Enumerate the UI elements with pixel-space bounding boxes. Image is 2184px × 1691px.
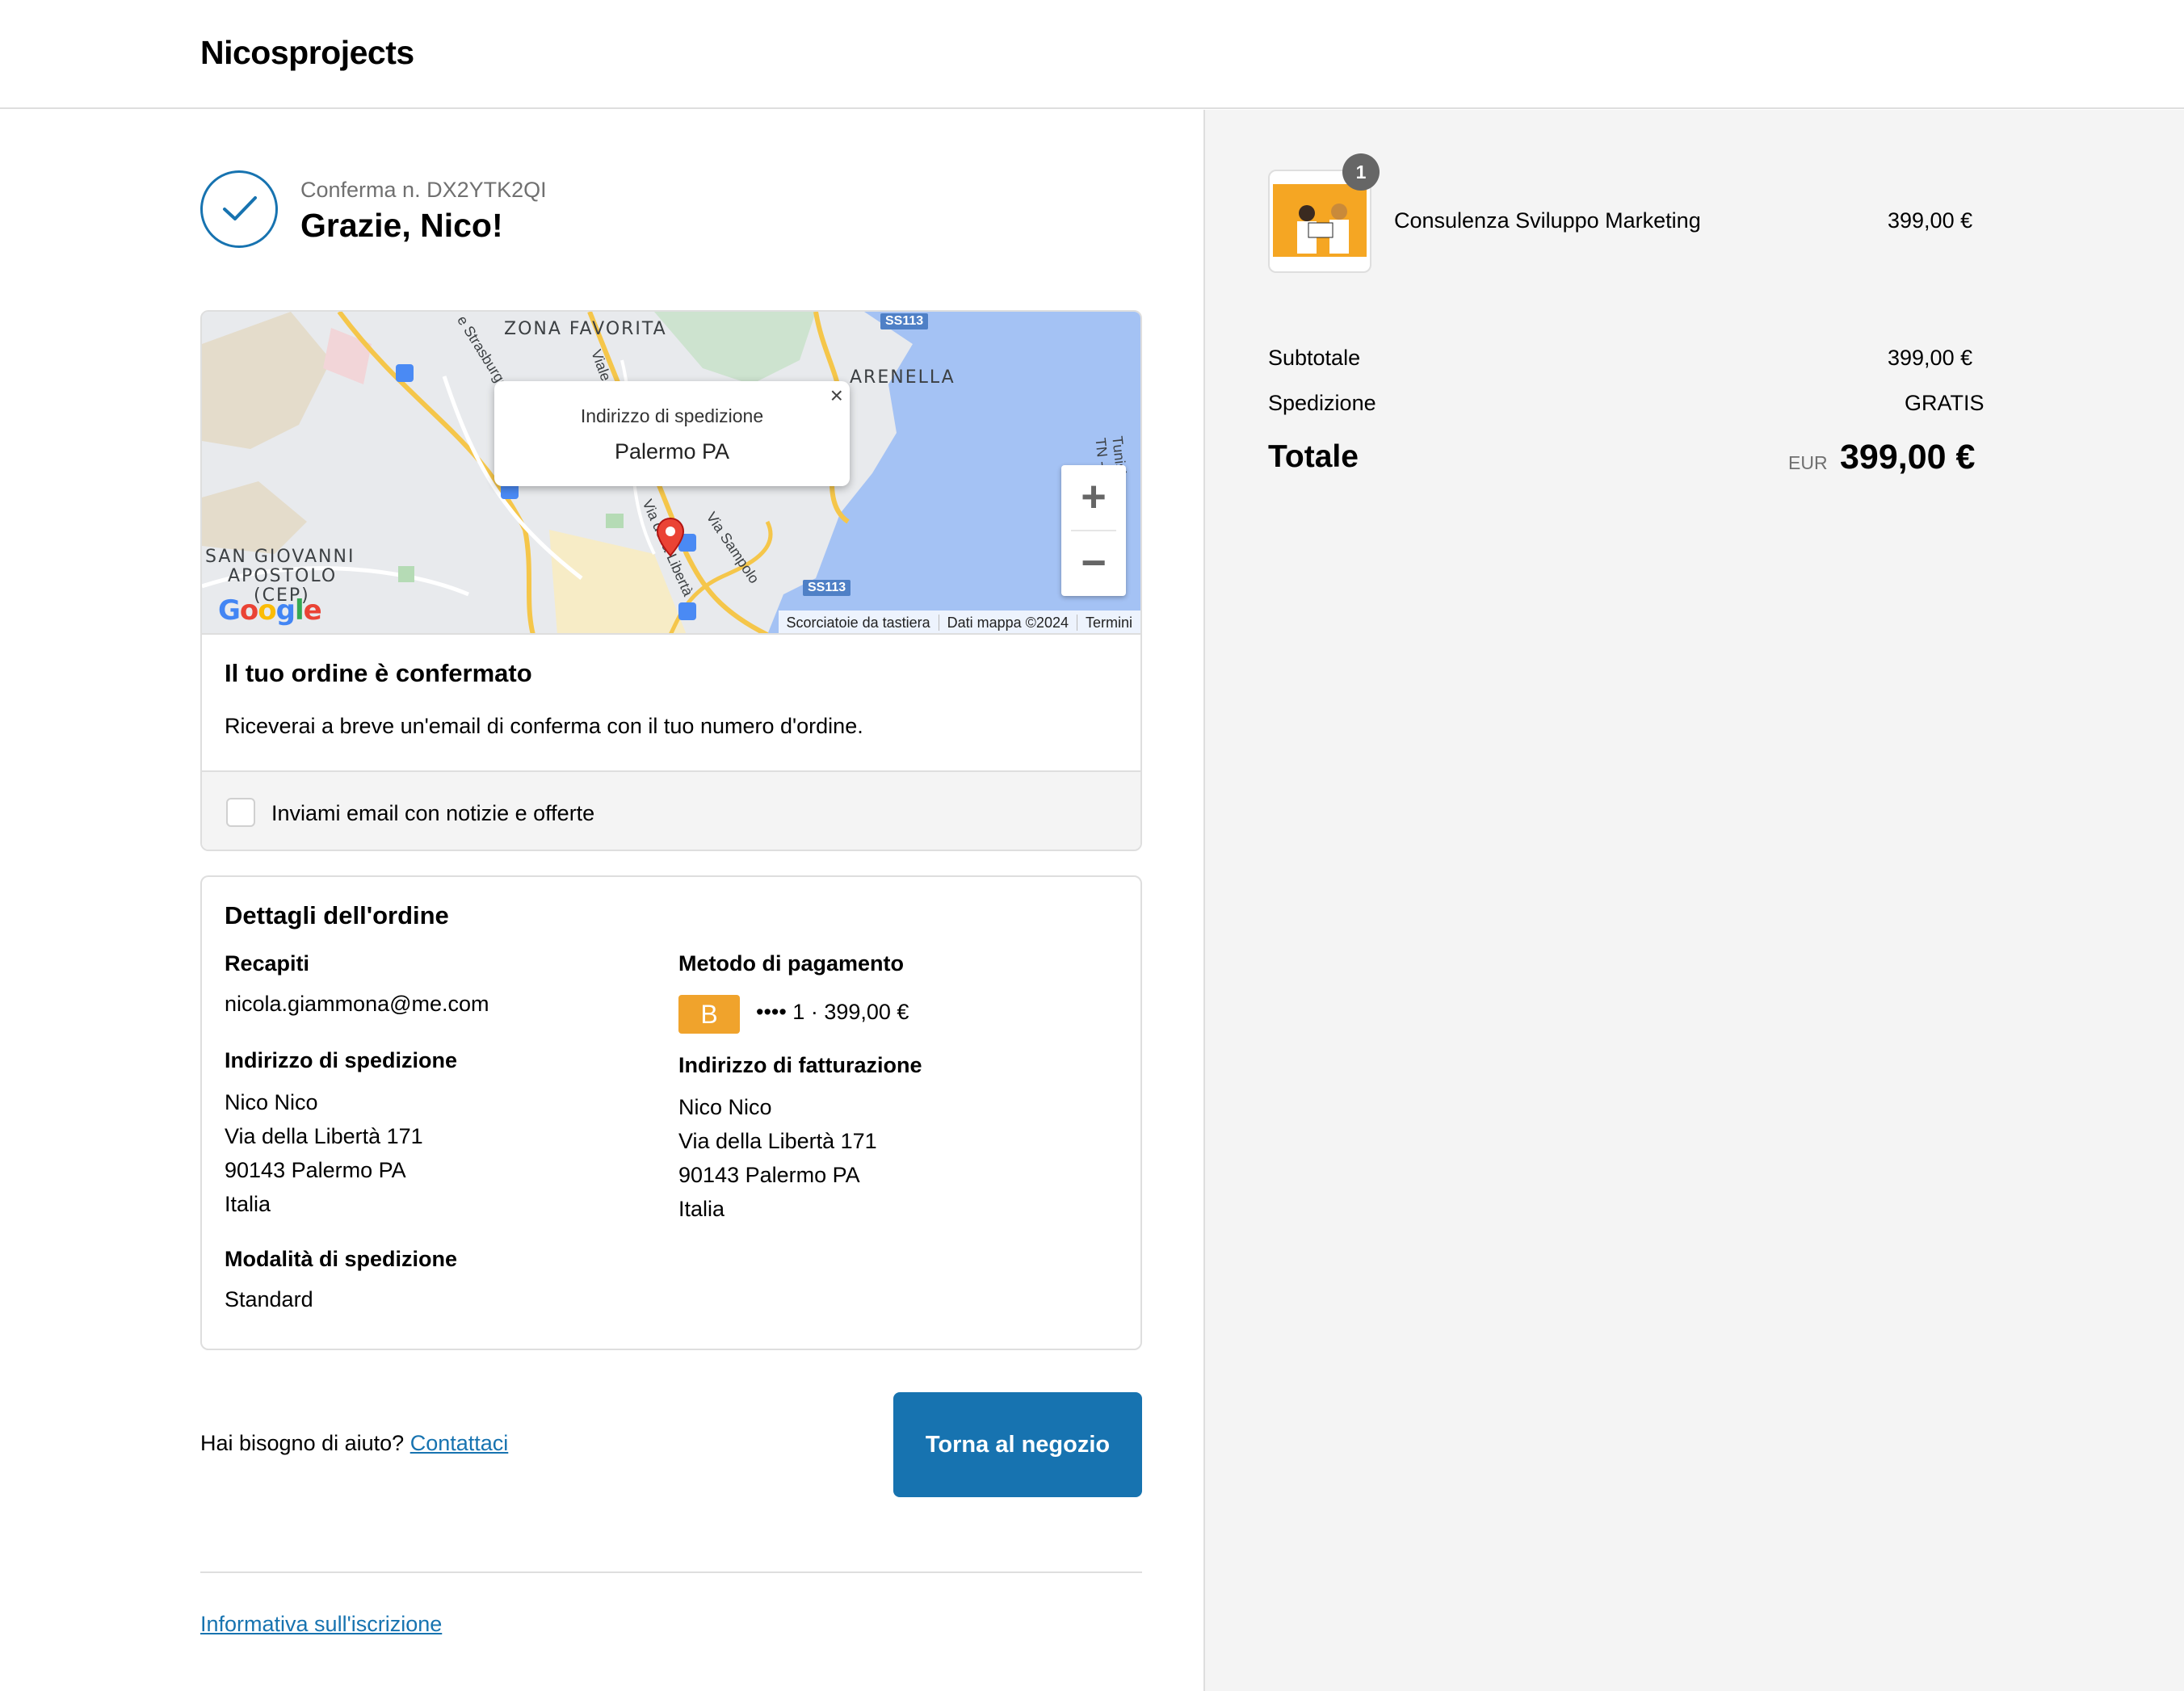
shipping-name: Nico Nico (225, 1090, 318, 1114)
check-circle-icon (200, 170, 278, 248)
billing-street: Via della Libertà 171 (678, 1129, 877, 1153)
quantity-badge: 1 (1342, 153, 1380, 191)
subtotal-label: Subtotale (1268, 346, 1361, 370)
help-label: Hai bisogno di aiuto? (200, 1431, 405, 1455)
shipping-address: Nico Nico Via della Libertà 171 90143 Pa… (225, 1085, 423, 1221)
shipping-method-heading: Modalità di spedizione (225, 1247, 458, 1271)
close-icon[interactable]: × (830, 383, 843, 409)
map-data-text: Dati mappa ©2024 (938, 615, 1077, 631)
shipping-street: Via della Libertà 171 (225, 1124, 423, 1148)
currency-code: EUR (1788, 452, 1828, 473)
zoom-out-button[interactable]: − (1061, 531, 1126, 596)
return-to-shop-button[interactable]: Torna al negozio (893, 1392, 1142, 1497)
shipping-method: Standard (225, 1287, 313, 1311)
subscription-policy-link[interactable]: Informativa sull'iscrizione (200, 1612, 442, 1637)
map-attribution: Scorciatoie da tastiera Dati mappa ©2024 T… (778, 611, 1140, 633)
billing-address: Nico Nico Via della Libertà 171 90143 Pa… (678, 1090, 877, 1226)
payment-badge-icon: B (678, 995, 740, 1034)
total-label: Totale (1268, 439, 1359, 474)
order-status-card: ZONA FAVORITA ARENELLA SAN GIOVANNI APOS… (200, 310, 1142, 851)
total-value: 399,00 € (1840, 438, 1976, 476)
order-confirmed-title: Il tuo ordine è confermato (225, 659, 532, 687)
product-price: 399,00 € (1888, 208, 1973, 233)
shipping-value: GRATIS (1905, 391, 1984, 415)
popup-title: Indirizzo di spedizione (580, 405, 764, 426)
order-confirmed-text: Riceverai a breve un'email di conferma c… (225, 714, 863, 738)
header: Nicosprojects (0, 0, 2184, 109)
billing-name: Nico Nico (678, 1095, 772, 1119)
map-label-zona-favorita: ZONA FAVORITA (504, 319, 667, 339)
location-pin-icon[interactable] (656, 517, 685, 557)
order-summary: Consulenza Sviluppo Marketing 399,00 € S… (1203, 110, 2184, 1691)
newsletter-checkbox[interactable] (226, 798, 255, 827)
popup-city: Palermo PA (614, 439, 730, 464)
map-label-apostolo: APOSTOLO (228, 566, 338, 586)
shipping-city: 90143 Palermo PA (225, 1158, 406, 1182)
shipping-label: Spedizione (1268, 391, 1376, 415)
product-name: Consulenza Sviluppo Marketing (1394, 208, 1701, 233)
shipping-address-heading: Indirizzo di spedizione (225, 1048, 458, 1072)
newsletter-label[interactable]: Inviami email con notizie e offerte (271, 801, 594, 826)
billing-address-heading: Indirizzo di fatturazione (678, 1053, 922, 1077)
contact-heading: Recapiti (225, 951, 310, 976)
contact-email: nicola.giammona@me.com (225, 992, 489, 1016)
zoom-in-button[interactable]: + (1061, 465, 1126, 530)
subtotal-value: 399,00 € (1888, 346, 1973, 370)
terms-link[interactable]: Termini (1076, 615, 1140, 631)
brand-logo[interactable]: Nicosprojects (200, 34, 414, 72)
order-details-title: Dettagli dell'ordine (225, 901, 449, 929)
payment-details: •••• 1 · 399,00 € (756, 1000, 909, 1024)
page-title: Grazie, Nico! (300, 207, 503, 244)
newsletter-optin: Inviami email con notizie e offerte (202, 770, 1140, 850)
payment-method-heading: Metodo di pagamento (678, 951, 904, 976)
help-text: Hai bisogno di aiuto? Contattaci (200, 1431, 508, 1456)
road-badge-ss113: SS113 (880, 313, 929, 329)
zoom-control: + − (1061, 465, 1126, 596)
footer-divider (200, 1571, 1142, 1573)
shipping-popup: Indirizzo di spedizione Palermo PA × (494, 381, 850, 486)
contact-link[interactable]: Contattaci (410, 1431, 509, 1455)
shipping-country: Italia (225, 1192, 271, 1216)
keyboard-shortcuts-link[interactable]: Scorciatoie da tastiera (779, 615, 939, 631)
billing-country: Italia (678, 1197, 725, 1221)
product-image (1273, 184, 1367, 257)
shipping-map[interactable]: ZONA FAVORITA ARENELLA SAN GIOVANNI APOS… (202, 312, 1140, 635)
map-label-arenella: ARENELLA (850, 367, 956, 388)
billing-city: 90143 Palermo PA (678, 1163, 860, 1187)
confirmation-number: Conferma n. DX2YTK2QI (300, 178, 547, 202)
road-badge-ss113-bottom: SS113 (803, 580, 851, 596)
map-label-san-giovanni: SAN GIOVANNI (205, 547, 355, 567)
order-details-card: Dettagli dell'ordine Recapiti nicola.gia… (200, 875, 1142, 1350)
google-logo[interactable]: Google (218, 594, 322, 627)
